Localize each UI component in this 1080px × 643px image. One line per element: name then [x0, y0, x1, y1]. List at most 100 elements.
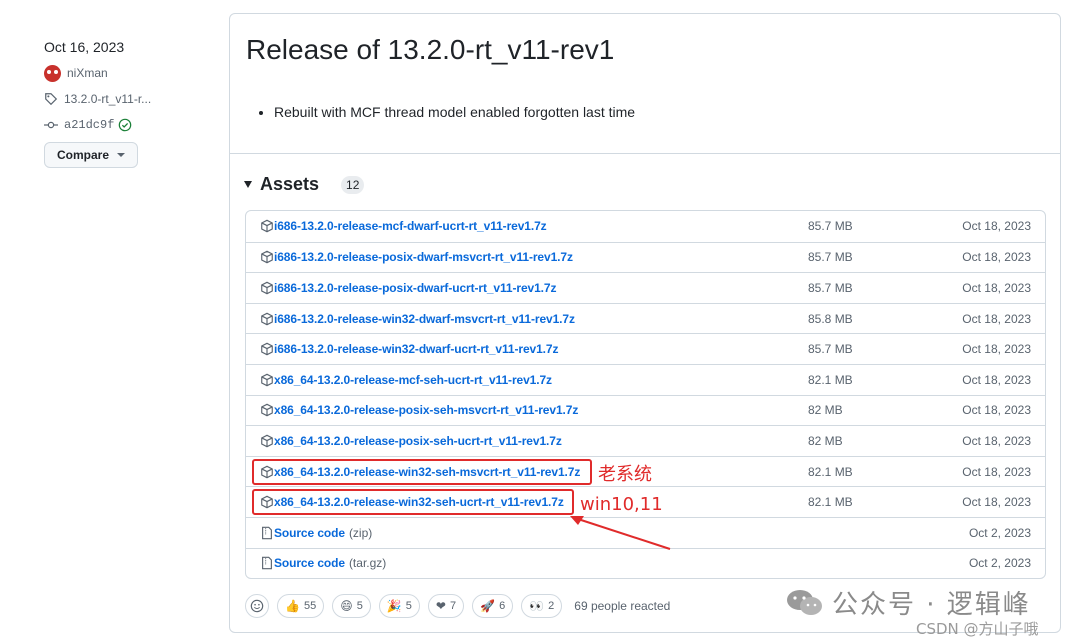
assets-count-badge: 12	[341, 175, 365, 194]
asset-row: i686-13.2.0-release-win32-dwarf-ucrt-rt_…	[246, 333, 1045, 364]
release-notes: Rebuilt with MCF thread model enabled fo…	[258, 104, 635, 120]
highlight-box	[252, 489, 574, 516]
asset-date: Oct 18, 2023	[962, 280, 1031, 295]
asset-link[interactable]: i686-13.2.0-release-mcf-dwarf-ucrt-rt_v1…	[260, 219, 547, 233]
reaction-emoji: 👍	[285, 599, 300, 613]
reaction-pill[interactable]: 👀 2	[521, 594, 563, 618]
release-date: Oct 16, 2023	[44, 39, 125, 55]
asset-date: Oct 2, 2023	[968, 556, 1031, 571]
author-name[interactable]: niXman	[67, 66, 108, 80]
asset-row: x86_64-13.2.0-release-mcf-seh-ucrt-rt_v1…	[246, 363, 1045, 395]
asset-link[interactable]: x86_64-13.2.0-release-posix-seh-msvcrt-r…	[260, 403, 578, 417]
assets-title: Assets	[260, 174, 320, 194]
reactions-summary: 69 people reacted	[574, 599, 671, 613]
asset-row: i686-13.2.0-release-posix-dwarf-msvcrt-r…	[246, 241, 1045, 273]
asset-row: i686-13.2.0-release-mcf-dwarf-ucrt-rt_v1…	[246, 211, 1045, 242]
package-icon	[260, 250, 274, 264]
compare-label: Compare	[57, 148, 110, 162]
tag-label[interactable]: 13.2.0-rt_v11-r...	[64, 92, 151, 106]
tag-row[interactable]: 13.2.0-rt_v11-r...	[44, 90, 214, 108]
package-icon	[260, 434, 274, 448]
reaction-emoji: 😄	[340, 599, 353, 613]
watermark-footer: CSDN @方山子哦	[916, 620, 1039, 638]
asset-list: i686-13.2.0-release-mcf-dwarf-ucrt-rt_v1…	[245, 210, 1046, 580]
asset-format[interactable]: (tar.gz)	[349, 556, 386, 570]
commit-row[interactable]: a21dc9f	[44, 116, 214, 134]
file-zip-icon	[260, 526, 274, 540]
release-note-item: Rebuilt with MCF thread model enabled fo…	[274, 104, 635, 120]
file-zip-icon	[260, 556, 274, 570]
package-icon	[260, 373, 274, 387]
reaction-count: 2	[548, 600, 555, 612]
add-reaction-button[interactable]	[245, 594, 269, 618]
asset-date: Oct 18, 2023	[962, 403, 1031, 418]
asset-date: Oct 18, 2023	[962, 311, 1031, 326]
asset-name[interactable]: Source code	[274, 526, 345, 540]
asset-date: Oct 18, 2023	[962, 250, 1031, 265]
asset-date: Oct 2, 2023	[968, 525, 1031, 540]
package-icon	[260, 403, 274, 417]
asset-link[interactable]: x86_64-13.2.0-release-mcf-seh-ucrt-rt_v1…	[260, 373, 552, 387]
release-card: Release of 13.2.0-rt_v11-rev1 Rebuilt wi…	[229, 13, 1061, 633]
asset-link[interactable]: i686-13.2.0-release-win32-dwarf-msvcrt-r…	[260, 312, 575, 326]
package-icon	[260, 342, 274, 356]
package-icon	[260, 281, 274, 295]
asset-link[interactable]: x86_64-13.2.0-release-posix-seh-ucrt-rt_…	[260, 434, 562, 448]
reaction-pill[interactable]: 🚀 6	[472, 594, 514, 618]
asset-link[interactable]: i686-13.2.0-release-posix-dwarf-ucrt-rt_…	[260, 281, 556, 295]
avatar[interactable]	[44, 64, 61, 82]
asset-row: x86_64-13.2.0-release-posix-seh-msvcrt-r…	[246, 394, 1045, 426]
asset-link[interactable]: i686-13.2.0-release-win32-dwarf-ucrt-rt_…	[260, 342, 558, 356]
asset-row: i686-13.2.0-release-win32-dwarf-msvcrt-r…	[246, 302, 1045, 334]
asset-format[interactable]: (zip)	[349, 526, 372, 540]
asset-name[interactable]: i686-13.2.0-release-posix-dwarf-msvcrt-r…	[274, 250, 573, 264]
reactions-bar: 👍 55 😄 5 🎉 5 ❤ 7 🚀 6 👀 2 69 people reacted	[245, 594, 670, 618]
asset-date: Oct 18, 2023	[962, 495, 1031, 510]
assets-toggle[interactable]: Assets 12	[244, 174, 365, 195]
reaction-emoji: ❤	[435, 599, 446, 613]
asset-date: Oct 18, 2023	[962, 342, 1031, 357]
commit-icon	[44, 121, 58, 129]
asset-size: 82.1 MB	[808, 372, 853, 387]
compare-button[interactable]: Compare	[44, 142, 139, 168]
watermark-wechat: 公众号 · 逻辑峰	[786, 584, 1031, 621]
reaction-pill[interactable]: 👍 55	[277, 594, 325, 618]
author-row[interactable]: niXman	[44, 64, 214, 82]
reaction-count: 5	[356, 600, 363, 612]
highlight-box	[252, 458, 592, 485]
asset-size: 82 MB	[808, 403, 843, 418]
asset-date: Oct 18, 2023	[962, 433, 1031, 448]
reaction-pill[interactable]: 😄 5	[332, 594, 371, 618]
asset-size: 85.7 MB	[808, 280, 853, 295]
divider	[230, 153, 1060, 154]
smiley-icon	[250, 599, 264, 613]
asset-row: x86_64-13.2.0-release-posix-seh-ucrt-rt_…	[246, 425, 1045, 456]
release-title[interactable]: Release of 13.2.0-rt_v11-rev1	[246, 34, 614, 66]
reaction-pill[interactable]: ❤ 7	[427, 594, 465, 618]
asset-size: 82 MB	[808, 433, 843, 448]
asset-link[interactable]: i686-13.2.0-release-posix-dwarf-msvcrt-r…	[260, 250, 573, 264]
check-circle-icon	[119, 118, 132, 132]
asset-name[interactable]: i686-13.2.0-release-win32-dwarf-msvcrt-r…	[274, 312, 575, 326]
asset-row: x86_64-13.2.0-release-win32-seh-msvcrt-r…	[246, 455, 1045, 487]
asset-name[interactable]: x86_64-13.2.0-release-posix-seh-msvcrt-r…	[274, 403, 578, 417]
asset-name[interactable]: i686-13.2.0-release-mcf-dwarf-ucrt-rt_v1…	[274, 219, 547, 233]
asset-date: Oct 18, 2023	[962, 219, 1031, 234]
asset-date: Oct 18, 2023	[962, 372, 1031, 387]
chevron-down-icon	[117, 153, 126, 157]
commit-hash[interactable]: a21dc9f	[64, 118, 114, 132]
asset-link[interactable]: Source code (zip)	[260, 526, 372, 540]
asset-name[interactable]: Source code	[274, 556, 345, 570]
asset-size: 85.8 MB	[808, 311, 853, 326]
arrow-annotation	[570, 516, 671, 550]
asset-size: 85.7 MB	[808, 219, 853, 234]
reaction-pill[interactable]: 🎉 5	[378, 594, 420, 618]
asset-name[interactable]: x86_64-13.2.0-release-posix-seh-ucrt-rt_…	[274, 434, 562, 448]
asset-size: 82.1 MB	[808, 464, 853, 479]
asset-name[interactable]: i686-13.2.0-release-posix-dwarf-ucrt-rt_…	[274, 281, 556, 295]
asset-date: Oct 18, 2023	[962, 464, 1031, 479]
asset-name[interactable]: x86_64-13.2.0-release-mcf-seh-ucrt-rt_v1…	[274, 373, 552, 387]
release-sidebar: Oct 16, 2023 niXman 13.2.0-rt_v11-r... a…	[44, 38, 214, 168]
asset-name[interactable]: i686-13.2.0-release-win32-dwarf-ucrt-rt_…	[274, 342, 558, 356]
asset-link[interactable]: Source code (tar.gz)	[260, 556, 386, 570]
